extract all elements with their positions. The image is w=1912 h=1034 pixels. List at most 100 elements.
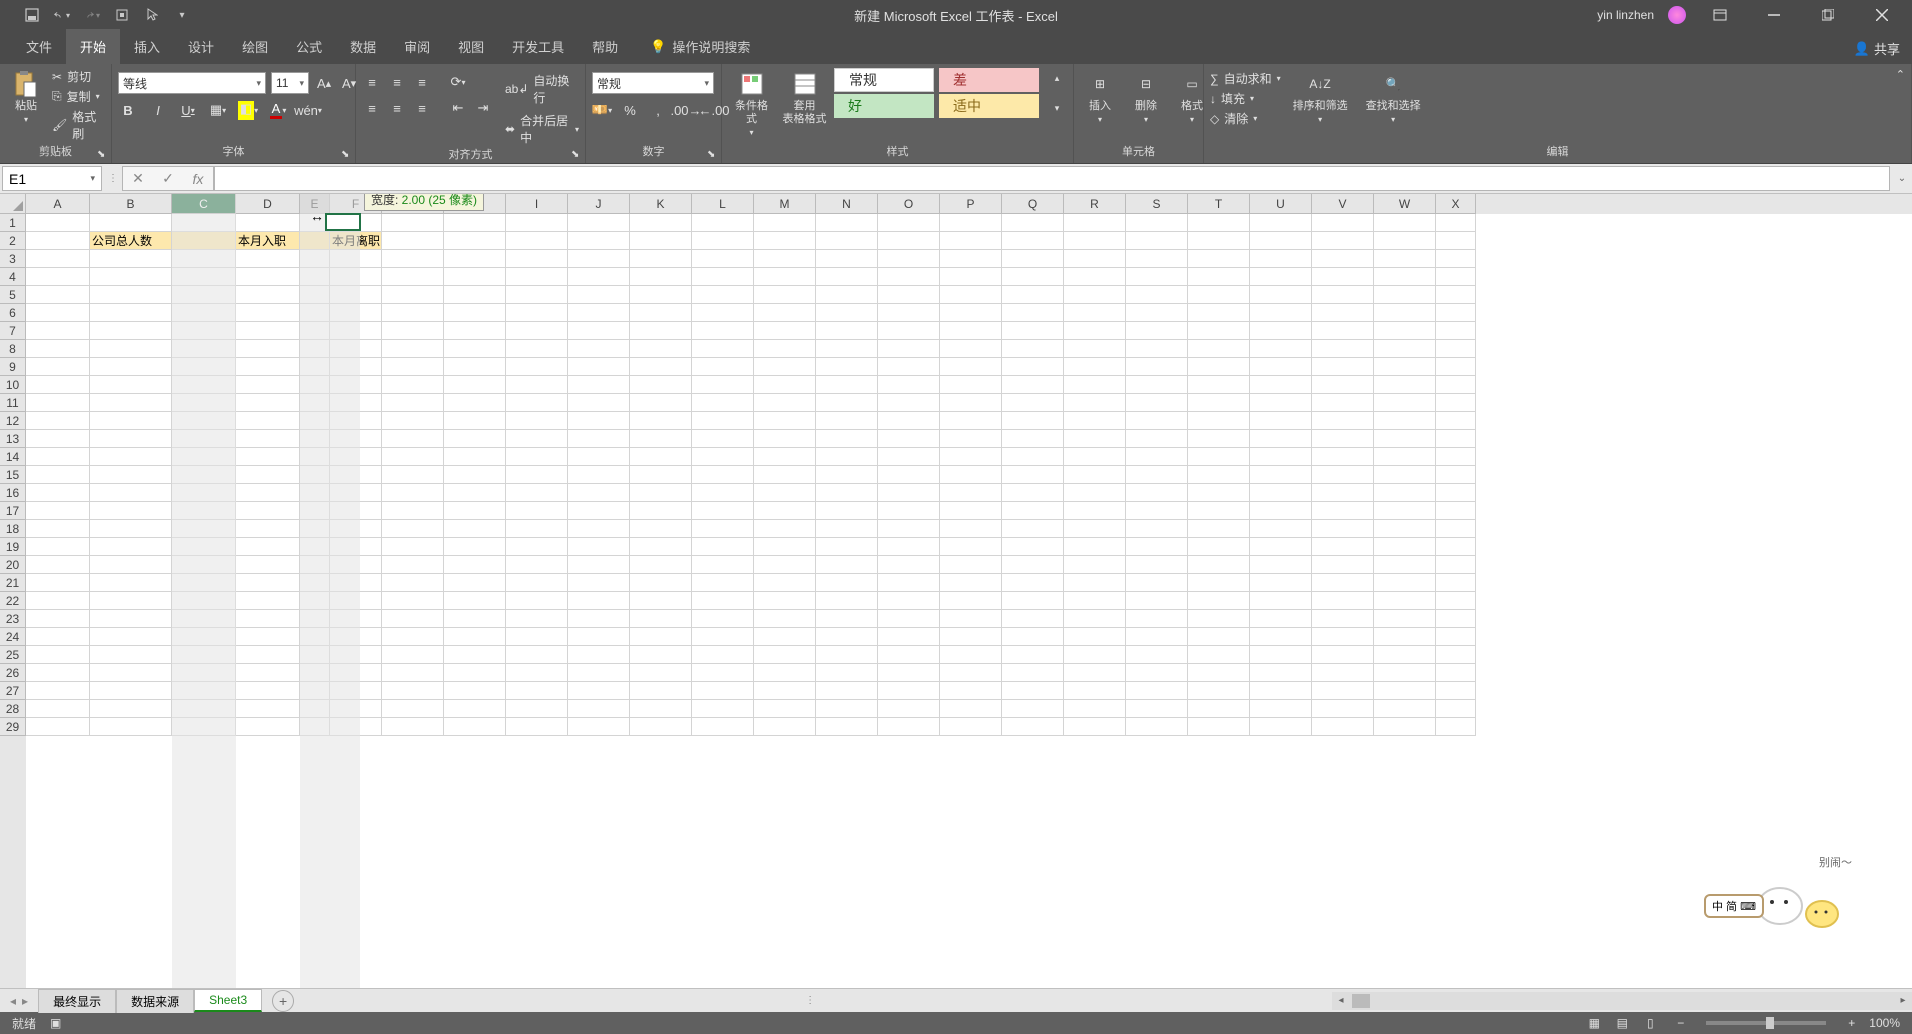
cell-R29[interactable] (1064, 718, 1126, 736)
cell-S27[interactable] (1126, 682, 1188, 700)
cell-X23[interactable] (1436, 610, 1476, 628)
cell-Q16[interactable] (1002, 484, 1064, 502)
cell-M23[interactable] (754, 610, 816, 628)
cell-U24[interactable] (1250, 628, 1312, 646)
cell-H18[interactable] (444, 520, 506, 538)
cell-H1[interactable] (444, 214, 506, 232)
cell-Q23[interactable] (1002, 610, 1064, 628)
cell-R10[interactable] (1064, 376, 1126, 394)
cell-M12[interactable] (754, 412, 816, 430)
cell-A3[interactable] (26, 250, 90, 268)
cell-D22[interactable] (236, 592, 300, 610)
row-header-16[interactable]: 16 (0, 484, 26, 502)
cell-S5[interactable] (1126, 286, 1188, 304)
name-box[interactable]: E1▾ (2, 166, 102, 191)
cell-I21[interactable] (506, 574, 568, 592)
cell-W13[interactable] (1374, 430, 1436, 448)
cell-L27[interactable] (692, 682, 754, 700)
decrease-indent-icon[interactable]: ⇤ (448, 98, 468, 118)
cell-X28[interactable] (1436, 700, 1476, 718)
cell-A29[interactable] (26, 718, 90, 736)
cell-E15[interactable] (300, 466, 330, 484)
cell-M17[interactable] (754, 502, 816, 520)
cell-O3[interactable] (878, 250, 940, 268)
increase-decimal-icon[interactable]: .00→ (676, 100, 696, 120)
cell-M3[interactable] (754, 250, 816, 268)
cell-E12[interactable] (300, 412, 330, 430)
cell-E3[interactable] (300, 250, 330, 268)
cell-K14[interactable] (630, 448, 692, 466)
italic-button[interactable]: I (148, 100, 168, 120)
cell-K1[interactable] (630, 214, 692, 232)
row-header-11[interactable]: 11 (0, 394, 26, 412)
cell-U16[interactable] (1250, 484, 1312, 502)
wrap-text-button[interactable]: ab↲自动换行 (505, 72, 579, 106)
undo-icon[interactable]: ▾ (54, 7, 70, 23)
cell-E6[interactable] (300, 304, 330, 322)
cell-N24[interactable] (816, 628, 878, 646)
cell-N12[interactable] (816, 412, 878, 430)
cell-N28[interactable] (816, 700, 878, 718)
row-header-2[interactable]: 2 (0, 232, 26, 250)
cell-F26[interactable] (330, 664, 382, 682)
cell-T2[interactable] (1188, 232, 1250, 250)
cell-N5[interactable] (816, 286, 878, 304)
cell-G20[interactable] (382, 556, 444, 574)
row-header-15[interactable]: 15 (0, 466, 26, 484)
cell-N19[interactable] (816, 538, 878, 556)
cell-L18[interactable] (692, 520, 754, 538)
cell-G23[interactable] (382, 610, 444, 628)
col-header-E[interactable]: E (300, 194, 330, 214)
cell-W15[interactable] (1374, 466, 1436, 484)
cell-R3[interactable] (1064, 250, 1126, 268)
cell-L2[interactable] (692, 232, 754, 250)
cell-G29[interactable] (382, 718, 444, 736)
cell-M26[interactable] (754, 664, 816, 682)
cell-R17[interactable] (1064, 502, 1126, 520)
cell-R2[interactable] (1064, 232, 1126, 250)
cell-V28[interactable] (1312, 700, 1374, 718)
cell-K12[interactable] (630, 412, 692, 430)
cell-J29[interactable] (568, 718, 630, 736)
cell-G12[interactable] (382, 412, 444, 430)
cell-D17[interactable] (236, 502, 300, 520)
phonetic-button[interactable]: wén▾ (298, 100, 318, 120)
cell-S17[interactable] (1126, 502, 1188, 520)
cell-T16[interactable] (1188, 484, 1250, 502)
cell-O19[interactable] (878, 538, 940, 556)
cell-Q20[interactable] (1002, 556, 1064, 574)
row-header-26[interactable]: 26 (0, 664, 26, 682)
cell-E21[interactable] (300, 574, 330, 592)
fx-icon[interactable]: fx (183, 171, 213, 187)
cell-U17[interactable] (1250, 502, 1312, 520)
cell-T7[interactable] (1188, 322, 1250, 340)
cell-B1[interactable] (90, 214, 172, 232)
cell-S19[interactable] (1126, 538, 1188, 556)
cell-K16[interactable] (630, 484, 692, 502)
cell-X8[interactable] (1436, 340, 1476, 358)
cell-B19[interactable] (90, 538, 172, 556)
view-page-layout-icon[interactable]: ▤ (1609, 1014, 1635, 1032)
cell-Q2[interactable] (1002, 232, 1064, 250)
cell-Q14[interactable] (1002, 448, 1064, 466)
table-format-button[interactable]: 套用 表格格式 (781, 68, 828, 128)
cell-X1[interactable] (1436, 214, 1476, 232)
cell-V6[interactable] (1312, 304, 1374, 322)
row-header-5[interactable]: 5 (0, 286, 26, 304)
cell-D23[interactable] (236, 610, 300, 628)
cell-R8[interactable] (1064, 340, 1126, 358)
cell-Q15[interactable] (1002, 466, 1064, 484)
cell-T1[interactable] (1188, 214, 1250, 232)
cell-N8[interactable] (816, 340, 878, 358)
touch-mode-icon[interactable] (114, 7, 130, 23)
cell-I4[interactable] (506, 268, 568, 286)
cell-B23[interactable] (90, 610, 172, 628)
clear-button[interactable]: ◇清除▾ (1210, 110, 1281, 127)
cell-A7[interactable] (26, 322, 90, 340)
cell-X29[interactable] (1436, 718, 1476, 736)
cell-D25[interactable] (236, 646, 300, 664)
merge-center-button[interactable]: ⬌合并后居中▾ (505, 109, 579, 146)
cell-K20[interactable] (630, 556, 692, 574)
cell-S11[interactable] (1126, 394, 1188, 412)
cell-N6[interactable] (816, 304, 878, 322)
